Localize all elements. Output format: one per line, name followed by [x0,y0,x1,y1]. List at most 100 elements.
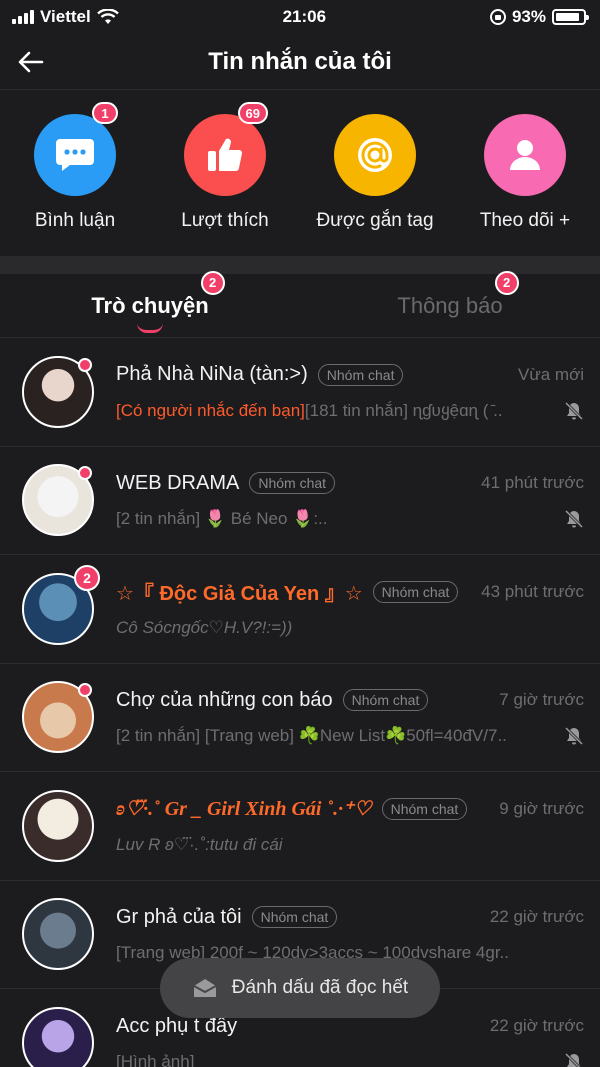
chat-message: [Hình ảnh] [116,1052,195,1067]
category-likes[interactable]: 69 Lượt thích [150,102,300,256]
category-follows[interactable]: Theo dõi + [450,114,600,256]
envelope-open-icon [193,979,217,997]
chat-time: 43 phút trước [481,581,584,601]
chat-item[interactable]: 2 ☆『 Độc Giả Của Yen 』☆ Nhóm chat 43 phú… [0,555,600,664]
likes-badge: 69 [237,102,268,124]
chat-body: Phả Nhà NiNa (tàn:>) Nhóm chat Vừa mới [… [116,360,584,424]
wifi-icon [96,9,119,24]
comment-icon [56,139,94,171]
carrier-label: Viettel [40,7,91,26]
avatar [22,789,94,862]
muted-bell-icon [564,1053,581,1067]
tab-label: Thông báo 2 [397,270,519,319]
chat-name: Gr phả của tôi [116,905,242,928]
chat-header-row: ʚ♡⃛·.˚ Gr _ Girl Xinh Gái ˚.·⁺♡ Nhóm cha… [116,794,584,824]
status-right: 93% [489,7,589,27]
chat-message: [2 tin nhắn] [Trang web] ☘️New List☘️50f… [116,726,507,746]
chat-item[interactable]: Chợ của những con báo Nhóm chat 7 giờ tr… [0,664,600,772]
muted-bell-icon [564,401,584,420]
group-chat-tag: Nhóm chat [317,363,404,386]
likes-circle: 69 [184,102,268,196]
chat-name: WEB DRAMA [116,471,240,494]
chat-message: Cô Sócngốc♡H.V?!:=)) [116,617,293,637]
chat-message-row: [Có người nhắc đến bạn][181 tin nhắn] ɳɠ… [116,398,584,424]
group-chat-tag: Nhóm chat [381,797,468,820]
chat-header-row: ☆『 Độc Giả Của Yen 』☆ Nhóm chat 43 phút … [116,577,584,607]
group-chat-tag: Nhóm chat [342,689,429,712]
chat-message-row: [2 tin nhắn] 🌷 Bé Neo 🌷:.. [116,506,584,532]
tags-circle [334,114,416,196]
user-icon [510,140,540,170]
status-bar: Viettel 21:06 93% [0,0,600,34]
status-left: Viettel [12,7,119,27]
mark-all-read-label: Đánh dấu đã đọc hết [231,977,409,998]
battery-percent: 93% [511,7,546,26]
follows-circle [484,114,566,196]
category-label: Được gắn tag [316,210,434,231]
tab-notifications-badge: 2 [494,270,519,295]
chat-header-row: Chợ của những con báo Nhóm chat 7 giờ tr… [116,685,584,715]
unread-dot [78,357,92,372]
page-title: Tin nhắn của tôi [208,47,392,75]
chat-time: 7 giờ trước [499,690,584,710]
mention-label: [Có người nhắc đến bạn] [116,400,305,420]
comments-badge: 1 [92,102,118,124]
at-icon [358,138,392,172]
chat-name: ʚ♡⃛·.˚ Gr _ Girl Xinh Gái ˚.·⁺♡ [116,798,372,821]
chat-item[interactable]: ʚ♡⃛·.˚ Gr _ Girl Xinh Gái ˚.·⁺♡ Nhóm cha… [0,772,600,881]
chat-body: Acc phụ t đấy 22 giờ trước [Hình ảnh] [116,1011,584,1067]
avatar [22,1007,94,1067]
message-text: [181 tin nhắn] ɳɠυყệɑɳ ( ̄.. [304,400,503,420]
thumbs-up-icon [208,138,243,171]
chat-message-row: [Hình ảnh] [116,1049,584,1067]
tab-chats-label: Trò chuyện [91,292,209,318]
chat-name: Acc phụ t đấy [116,1014,238,1037]
back-button[interactable] [18,46,54,78]
category-comments[interactable]: 1 Bình luận [0,102,150,256]
battery-icon [551,9,589,25]
category-label: Lượt thích [181,210,269,231]
chat-body: WEB DRAMA Nhóm chat 41 phút trước [2 tin… [116,468,584,532]
tab-chats[interactable]: Trò chuyện 2 [0,270,300,337]
chat-item[interactable]: WEB DRAMA Nhóm chat 41 phút trước [2 tin… [0,447,600,555]
orientation-lock-icon [489,9,506,25]
avatar [22,355,94,428]
unread-dot [78,466,92,481]
tab-notifications[interactable]: Thông báo 2 [300,270,600,337]
chat-message-row: Luv R ʚ♡⃛·.˚:tutu đi cái [116,832,584,858]
avatar: 2 [22,564,100,645]
chat-item[interactable]: Phả Nhà NiNa (tàn:>) Nhóm chat Vừa mới [… [0,338,600,447]
tab-notifications-label: Thông báo [397,292,503,318]
mark-all-read-button[interactable]: Đánh dấu đã đọc hết [160,958,440,1018]
chat-message: [2 tin nhắn] 🌷 Bé Neo 🌷:.. [116,509,328,529]
header: Tin nhắn của tôi [0,34,600,90]
group-chat-tag: Nhóm chat [249,472,336,495]
clock: 21:06 [282,7,327,26]
tab-chats-badge: 2 [200,270,225,295]
chat-header-row: WEB DRAMA Nhóm chat 41 phút trước [116,468,584,498]
category-label: Bình luận [34,210,116,231]
avatar [22,464,94,537]
unread-count-badge: 2 [74,564,100,591]
chat-name: ☆『 Độc Giả Của Yen 』☆ [116,583,363,606]
chat-message: [Có người nhắc đến bạn][181 tin nhắn] ɳɠ… [116,401,558,421]
chat-header-row: Phả Nhà NiNa (tàn:>) Nhóm chat Vừa mới [116,360,584,390]
group-chat-tag: Nhóm chat [372,580,459,603]
tab-label: Trò chuyện 2 [91,270,225,319]
chat-header-row: Gr phả của tôi Nhóm chat 22 giờ trước [116,902,584,932]
chat-time: 22 giờ trước [489,1016,584,1036]
chat-time: 9 giờ trước [499,798,584,818]
chat-body: Gr phả của tôi Nhóm chat 22 giờ trước [T… [116,902,584,966]
chat-body: ʚ♡⃛·.˚ Gr _ Girl Xinh Gái ˚.·⁺♡ Nhóm cha… [116,794,584,858]
category-label: Theo dõi + [479,210,571,231]
chat-name: Chợ của những con báo [116,688,333,711]
chat-body: Chợ của những con báo Nhóm chat 7 giờ tr… [116,685,584,749]
avatar [22,898,94,971]
chat-time: 41 phút trước [481,473,584,493]
category-tags[interactable]: Được gắn tag [300,114,450,256]
active-tab-indicator [137,323,163,333]
signal-icon [12,10,34,24]
chat-message: Luv R ʚ♡⃛·.˚:tutu đi cái [116,834,283,854]
comments-circle: 1 [34,102,118,196]
muted-bell-icon [564,727,584,746]
